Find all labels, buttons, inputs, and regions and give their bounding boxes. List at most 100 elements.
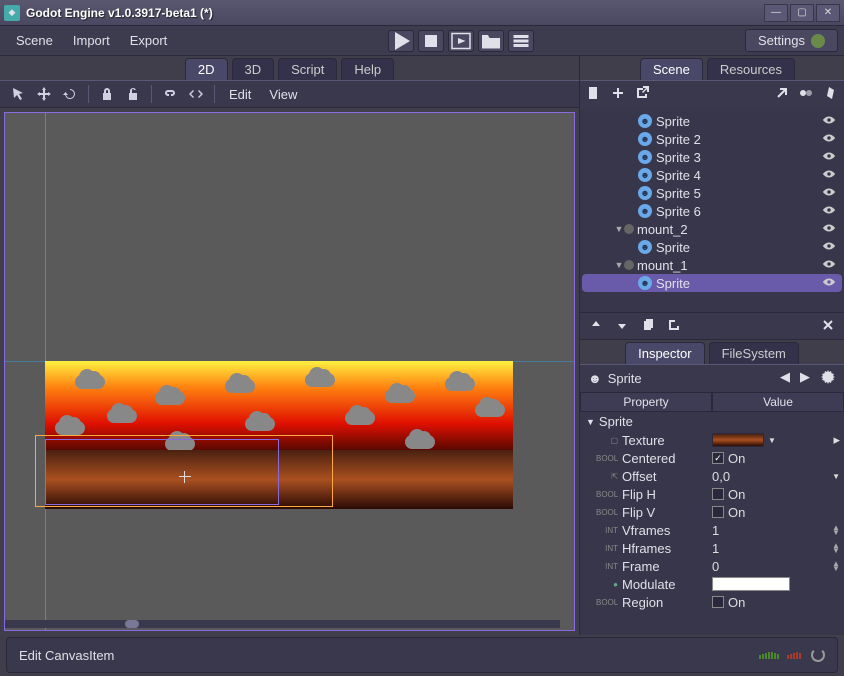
stop-button[interactable] bbox=[418, 30, 444, 52]
maximize-button[interactable]: ▢ bbox=[790, 4, 814, 22]
property-header: Property Value bbox=[580, 392, 844, 412]
checkbox-flipv[interactable] bbox=[712, 506, 724, 518]
prop-vframes[interactable]: INTVframes 1▲▼ bbox=[580, 521, 844, 539]
visibility-eye-icon[interactable] bbox=[822, 203, 838, 220]
connect-icon[interactable] bbox=[774, 85, 790, 104]
scrollbar-horizontal[interactable] bbox=[5, 620, 560, 628]
sprite-icon: ☻ bbox=[638, 186, 652, 200]
tree-item-label: Sprite 6 bbox=[656, 204, 822, 219]
prop-frame[interactable]: INTFrame 0▲▼ bbox=[580, 557, 844, 575]
toolbar-view[interactable]: View bbox=[261, 87, 305, 102]
selection-inner[interactable] bbox=[45, 439, 279, 505]
viewport-canvas[interactable] bbox=[4, 112, 575, 631]
select-tool-icon[interactable] bbox=[6, 83, 30, 105]
duplicate-icon[interactable] bbox=[640, 317, 656, 336]
visibility-eye-icon[interactable] bbox=[822, 167, 838, 184]
tab-help[interactable]: Help bbox=[341, 58, 394, 80]
play-button[interactable] bbox=[388, 30, 414, 52]
inspector-object-name: Sprite bbox=[608, 371, 642, 386]
delete-node-icon[interactable] bbox=[820, 317, 836, 336]
prop-texture[interactable]: ▢Texture ▼▸ bbox=[580, 431, 844, 449]
move-up-icon[interactable] bbox=[588, 317, 604, 336]
reparent-icon[interactable] bbox=[666, 317, 682, 336]
instance-icon[interactable] bbox=[634, 85, 650, 104]
prop-modulate[interactable]: ●Modulate bbox=[580, 575, 844, 593]
visibility-eye-icon[interactable] bbox=[822, 239, 838, 256]
lock-icon[interactable] bbox=[95, 83, 119, 105]
separator bbox=[214, 85, 215, 103]
history-back-icon[interactable]: ◀ bbox=[780, 369, 790, 388]
tab-resources[interactable]: Resources bbox=[707, 58, 795, 80]
tree-item-sprite[interactable]: ☻Sprite bbox=[582, 238, 842, 256]
chain-icon[interactable] bbox=[158, 83, 182, 105]
header-value: Value bbox=[712, 392, 844, 412]
tree-item-sprite-6[interactable]: ☻ Sprite 6 bbox=[582, 202, 842, 220]
prop-flipv[interactable]: BOOLFlip V On bbox=[580, 503, 844, 521]
scene-tree[interactable]: ☻Sprite☻Sprite 2☻Sprite 3☻Sprite 4☻Sprit… bbox=[580, 108, 844, 312]
menu-export[interactable]: Export bbox=[120, 29, 178, 52]
tree-item-mount_2[interactable]: ▼mount_2 bbox=[582, 220, 842, 238]
menu-scene[interactable]: Scene bbox=[6, 29, 63, 52]
prop-centered[interactable]: BOOLCentered ✓On bbox=[580, 449, 844, 467]
settings-button[interactable]: Settings bbox=[745, 29, 838, 52]
visibility-eye-icon[interactable] bbox=[822, 257, 838, 274]
checkbox-fliph[interactable] bbox=[712, 488, 724, 500]
new-node-icon[interactable] bbox=[586, 85, 602, 104]
tree-item-sprite-2[interactable]: ☻Sprite 2 bbox=[582, 130, 842, 148]
gear-icon[interactable] bbox=[820, 369, 836, 388]
prop-fliph[interactable]: BOOLFlip H On bbox=[580, 485, 844, 503]
menu-import[interactable]: Import bbox=[63, 29, 120, 52]
tab-filesystem[interactable]: FileSystem bbox=[709, 342, 799, 364]
move-tool-icon[interactable] bbox=[32, 83, 56, 105]
groups-icon[interactable] bbox=[798, 85, 814, 104]
unlock-icon[interactable] bbox=[121, 83, 145, 105]
visibility-eye-icon[interactable] bbox=[822, 131, 838, 148]
property-group-sprite[interactable]: ▼Sprite bbox=[580, 412, 844, 431]
tree-item-sprite-3[interactable]: ☻Sprite 3 bbox=[582, 148, 842, 166]
add-node-icon[interactable] bbox=[610, 85, 626, 104]
property-list[interactable]: ▼Sprite ▢Texture ▼▸ BOOLCentered ✓On ⇱Of… bbox=[580, 412, 844, 635]
sprite-icon: ☻ bbox=[638, 132, 652, 146]
tree-item-sprite-5[interactable]: ☻Sprite 5 bbox=[582, 184, 842, 202]
history-fwd-icon[interactable]: ▶ bbox=[800, 369, 810, 388]
tab-3d[interactable]: 3D bbox=[232, 58, 275, 80]
visibility-eye-icon[interactable] bbox=[822, 149, 838, 166]
tree-item-sprite-4[interactable]: ☻ Sprite 4 bbox=[582, 166, 842, 184]
prop-hframes[interactable]: INTHframes 1▲▼ bbox=[580, 539, 844, 557]
visibility-eye-icon[interactable] bbox=[822, 185, 838, 202]
tab-inspector[interactable]: Inspector bbox=[625, 342, 704, 364]
visibility-eye-icon[interactable] bbox=[822, 113, 838, 130]
texture-preview-icon[interactable] bbox=[712, 433, 764, 447]
script-icon[interactable] bbox=[822, 85, 838, 104]
expand-arrow-icon[interactable]: ▼ bbox=[614, 260, 624, 270]
separator bbox=[151, 85, 152, 103]
tree-item-label: Sprite bbox=[656, 276, 822, 291]
tab-script[interactable]: Script bbox=[278, 58, 337, 80]
sprite-icon: ☻ bbox=[638, 168, 652, 182]
minimize-button[interactable]: — bbox=[764, 4, 788, 22]
rotate-tool-icon[interactable] bbox=[58, 83, 82, 105]
sprite-icon: ☻ bbox=[638, 114, 652, 128]
sprite-icon: ☻ bbox=[638, 204, 652, 218]
tree-item-mount_1[interactable]: ▼mount_1 bbox=[582, 256, 842, 274]
visibility-eye-icon[interactable] bbox=[822, 275, 838, 292]
toolbar-edit[interactable]: Edit bbox=[221, 87, 259, 102]
list-button[interactable] bbox=[508, 30, 534, 52]
close-button[interactable]: ✕ bbox=[816, 4, 840, 22]
tree-item-sprite[interactable]: ☻Sprite bbox=[582, 112, 842, 130]
play-scene-button[interactable] bbox=[448, 30, 474, 52]
tab-2d[interactable]: 2D bbox=[185, 58, 228, 80]
prop-offset[interactable]: ⇱Offset 0,0▼ bbox=[580, 467, 844, 485]
tab-scene[interactable]: Scene bbox=[640, 58, 703, 80]
tree-item-label: Sprite 4 bbox=[656, 168, 822, 183]
move-down-icon[interactable] bbox=[614, 317, 630, 336]
checkbox-region[interactable] bbox=[712, 596, 724, 608]
visibility-eye-icon[interactable] bbox=[822, 221, 838, 238]
code-icon[interactable] bbox=[184, 83, 208, 105]
tree-item-sprite[interactable]: ☻Sprite bbox=[582, 274, 842, 292]
open-folder-button[interactable] bbox=[478, 30, 504, 52]
checkbox-centered[interactable]: ✓ bbox=[712, 452, 724, 464]
expand-arrow-icon[interactable]: ▼ bbox=[614, 224, 624, 234]
color-swatch[interactable] bbox=[712, 577, 790, 591]
prop-region[interactable]: BOOLRegion On bbox=[580, 593, 844, 611]
